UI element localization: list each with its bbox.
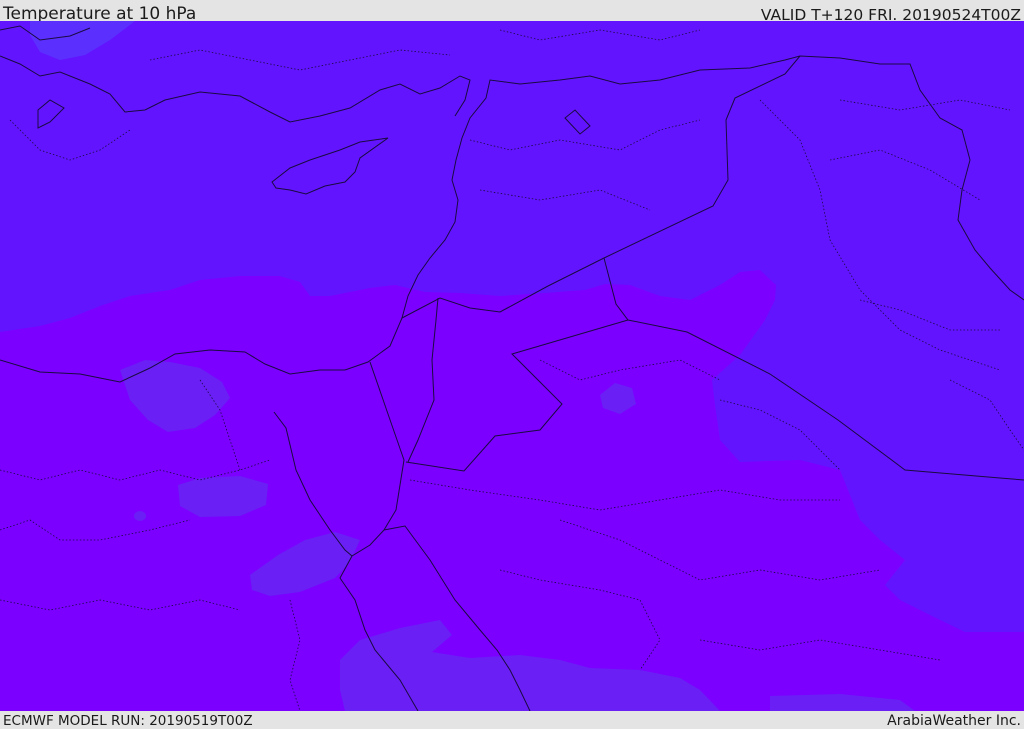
map-header: Temperature at 10 hPa VALID T+120 FRI. 2… — [0, 0, 1024, 24]
temperature-field-map — [0, 21, 1024, 711]
cold-patch-small — [134, 511, 146, 521]
brand-label: ArabiaWeather Inc. — [887, 713, 1021, 729]
map-footer: ECMWF MODEL RUN: 20190519T00Z ArabiaWeat… — [0, 711, 1024, 729]
model-run-label: ECMWF MODEL RUN: 20190519T00Z — [3, 713, 253, 729]
